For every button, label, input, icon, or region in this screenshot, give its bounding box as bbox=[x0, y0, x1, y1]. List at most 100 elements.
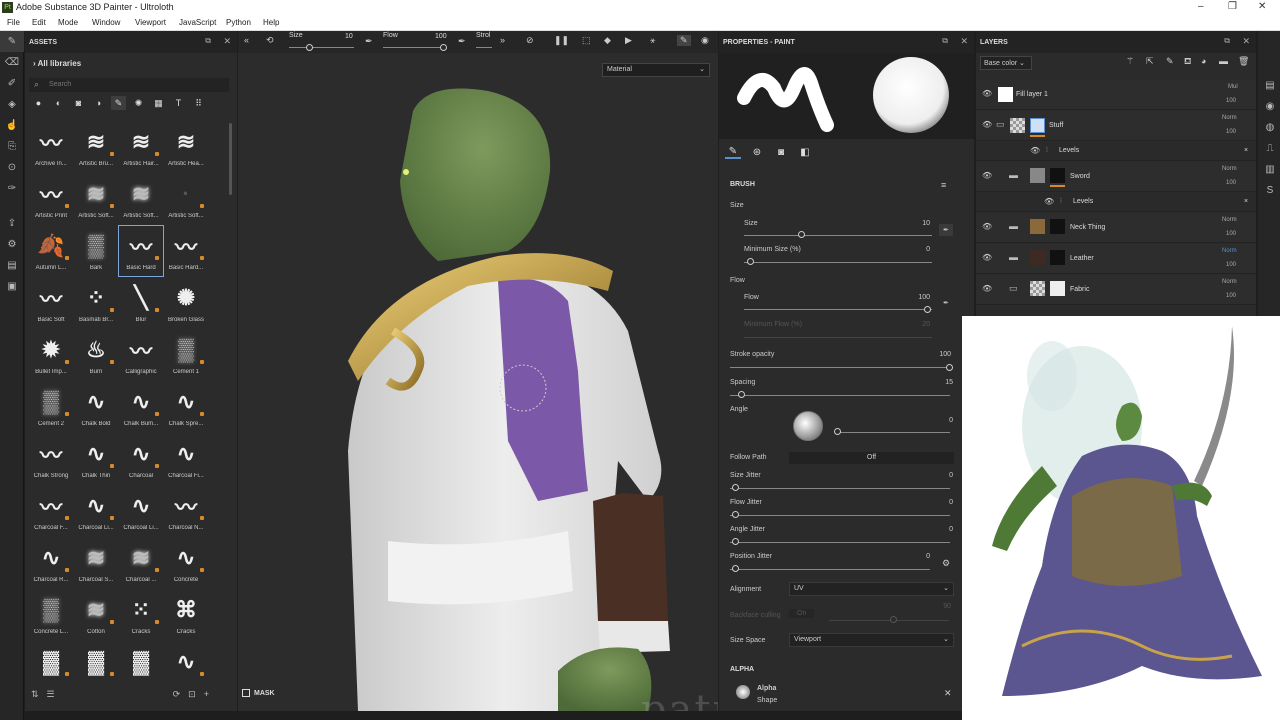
visibility-icon[interactable]: 👁 bbox=[982, 253, 992, 262]
layer-opacity[interactable]: 100 bbox=[1226, 231, 1236, 237]
brush-item[interactable]: 〰 Basic Soft bbox=[29, 278, 73, 328]
screenshot-icon[interactable]: ◉ bbox=[701, 35, 709, 46]
grid-view-icon[interactable]: ⠿ bbox=[191, 96, 206, 110]
brush-item[interactable]: ♨ Burn bbox=[74, 330, 118, 380]
minimize-button[interactable]: – bbox=[1198, 1, 1204, 12]
material-picker-icon[interactable]: ⊙ bbox=[0, 157, 24, 178]
layer-blend[interactable]: Norm bbox=[1222, 279, 1237, 285]
angle-jitter-slider[interactable] bbox=[730, 542, 950, 543]
brush-item[interactable]: ✺ Broken Glass bbox=[164, 278, 208, 328]
remove-icon[interactable]: × bbox=[1244, 147, 1248, 154]
layer-opacity[interactable]: 100 bbox=[1226, 262, 1236, 268]
color-picker-icon[interactable]: ✑ bbox=[0, 178, 24, 199]
size-handle[interactable] bbox=[798, 231, 805, 238]
stroke-opacity-slider[interactable] bbox=[730, 367, 950, 368]
brush-item[interactable]: 〰 Artistic Print bbox=[29, 174, 73, 224]
layer-row[interactable]: 👁 ▬ Sword Norm 100 bbox=[976, 162, 1256, 192]
layer-blend[interactable]: Norm bbox=[1222, 166, 1237, 172]
library-selector[interactable]: › All libraries bbox=[33, 59, 81, 68]
geometry-mask-icon[interactable]: ◈ bbox=[0, 94, 24, 115]
brush-item[interactable]: ∿ bbox=[164, 642, 208, 678]
size-slider-handle[interactable] bbox=[306, 44, 313, 51]
brush-item[interactable]: ▒ Bark bbox=[74, 226, 118, 276]
layer-effect-row[interactable]: 👁 ⫶ Levels × bbox=[976, 193, 1256, 212]
layer-blend[interactable]: Norm bbox=[1222, 248, 1237, 254]
visibility-icon[interactable]: 👁 bbox=[982, 120, 992, 129]
paint-mode-icon[interactable]: ✎ bbox=[677, 35, 691, 46]
layer-row[interactable]: 👁 Fill layer 1 Mul 100 bbox=[976, 80, 1256, 110]
camera-icon[interactable]: ▶ bbox=[625, 35, 632, 46]
brush-item[interactable]: ▒ Cement 1 bbox=[164, 330, 208, 380]
alpha-tab-icon[interactable]: ◧ bbox=[797, 147, 813, 158]
flow-pressure-icon[interactable]: ✒ bbox=[943, 299, 949, 307]
sort-icon[interactable]: ⇅ bbox=[31, 689, 39, 700]
brush-item[interactable]: 〰 Basic Hard bbox=[118, 225, 164, 277]
history-icon[interactable]: ▥ bbox=[1258, 159, 1280, 180]
paint-layer-icon[interactable]: ✎ bbox=[1166, 56, 1174, 67]
display-settings-icon[interactable]: ◉ bbox=[1258, 96, 1280, 117]
brush-item[interactable]: ≋ Artistic Hair... bbox=[119, 122, 163, 172]
brush-item[interactable]: 〰 Chalk Strong bbox=[29, 434, 73, 484]
brush-item[interactable]: ∿ Chalk Bold bbox=[74, 382, 118, 432]
material-tab-icon[interactable]: ⊛ bbox=[749, 147, 765, 158]
undock-icon[interactable]: ⧉ bbox=[205, 36, 211, 46]
particles-icon[interactable]: ✺ bbox=[131, 96, 146, 110]
eraser-icon[interactable]: ⌫ bbox=[0, 52, 24, 73]
follow-path-toggle[interactable]: Off bbox=[789, 452, 954, 464]
close-button[interactable]: ✕ bbox=[1258, 1, 1266, 12]
brush-item[interactable]: ⁘ Basmati Br... bbox=[74, 278, 118, 328]
close-icon[interactable]: ✕ bbox=[944, 688, 952, 699]
brush-item[interactable]: 〰 Archive In... bbox=[29, 122, 73, 172]
brush-item[interactable]: ⌘ Cracks bbox=[164, 590, 208, 640]
text-icon[interactable]: T bbox=[171, 96, 186, 110]
menu-edit[interactable]: Edit bbox=[32, 18, 46, 27]
projection-icon[interactable]: ✐ bbox=[0, 73, 24, 94]
angle-handle[interactable] bbox=[834, 428, 841, 435]
layer-row[interactable]: 👁 ▭ Fabric Norm 100 bbox=[976, 275, 1256, 305]
environment-icon[interactable]: ▦ bbox=[151, 96, 166, 110]
brush-item[interactable]: ▒ Cement 2 bbox=[29, 382, 73, 432]
expand-icon[interactable]: » bbox=[500, 35, 505, 45]
brush-item[interactable]: ∿ Chalk Thin bbox=[74, 434, 118, 484]
brush-item[interactable]: 〰 Charcoal F... bbox=[29, 486, 73, 536]
visibility-icon[interactable]: 👁 bbox=[1044, 197, 1054, 206]
size-slider-track[interactable] bbox=[289, 47, 354, 48]
menu-viewport[interactable]: Viewport bbox=[135, 18, 166, 27]
brush-item[interactable]: ∿ Charcoal R... bbox=[29, 538, 73, 588]
pen-pressure-icon[interactable]: ✒ bbox=[365, 36, 373, 47]
close-icon[interactable]: ✕ bbox=[223, 36, 231, 47]
stroke-opacity-handle[interactable] bbox=[946, 364, 953, 371]
brush-item[interactable]: ≋ Artistic Bru... bbox=[74, 122, 118, 172]
stroke-slider-track[interactable] bbox=[476, 47, 492, 48]
layers-icon[interactable]: ▣ bbox=[0, 276, 24, 297]
brush-item[interactable]: ∿ Chalk Spre... bbox=[164, 382, 208, 432]
cube-icon[interactable]: ◆ bbox=[604, 35, 611, 46]
brush-item[interactable]: ≋ Artistic Hea... bbox=[164, 122, 208, 172]
symmetry-icon[interactable]: ⚹ bbox=[650, 35, 655, 46]
layer-opacity[interactable]: 100 bbox=[1226, 180, 1236, 186]
angle-jitter-handle[interactable] bbox=[732, 538, 739, 545]
alignment-select[interactable]: UV ⌄ bbox=[789, 582, 954, 596]
min-size-handle[interactable] bbox=[747, 258, 754, 265]
texture-set-icon[interactable]: ▤ bbox=[1258, 75, 1280, 96]
remove-icon[interactable]: × bbox=[1244, 198, 1248, 205]
brush-item[interactable]: ≋ Charcoal ... bbox=[119, 538, 163, 588]
brush-tab-icon[interactable]: ✎ bbox=[725, 146, 741, 159]
collapse-icon[interactable]: « bbox=[244, 35, 249, 45]
brush-item[interactable]: ▓ bbox=[29, 642, 73, 678]
flow-slider[interactable] bbox=[744, 309, 932, 310]
layer-row[interactable]: 👁 ▬ Leather Norm 100 bbox=[976, 244, 1256, 274]
position-jitter-handle[interactable] bbox=[732, 565, 739, 572]
settings-icon[interactable]: ⚙ bbox=[942, 558, 950, 569]
visibility-icon[interactable]: 👁 bbox=[1030, 146, 1040, 155]
layer-opacity[interactable]: 100 bbox=[1226, 293, 1236, 299]
search-input[interactable]: ⌕ Search bbox=[29, 78, 229, 92]
texture-icon[interactable]: ◐ bbox=[51, 96, 66, 110]
flow-slider-track[interactable] bbox=[383, 47, 443, 48]
substance-icon[interactable]: S bbox=[1258, 180, 1280, 201]
close-icon[interactable]: ✕ bbox=[960, 36, 968, 47]
mask-checkbox[interactable] bbox=[242, 689, 250, 697]
smudge-icon[interactable]: ☝ bbox=[0, 115, 24, 136]
brush-item[interactable]: 〰 Charcoal N... bbox=[164, 486, 208, 536]
delete-icon[interactable]: 🗑 bbox=[1238, 56, 1249, 67]
